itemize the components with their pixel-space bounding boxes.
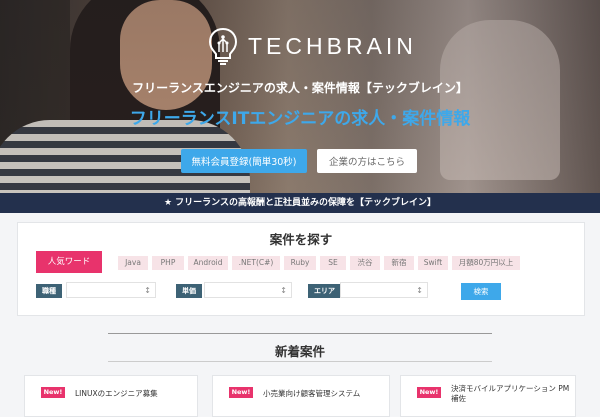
new-listings-title: 新着案件 [274,344,325,359]
free-register-button[interactable]: 無料会員登録(簡単30秒) [181,149,307,173]
keyword-tag[interactable]: SE [320,256,346,270]
search-panel: 案件を探す 人気ワード Java PHP Android .NET(C#) Ru… [17,222,585,316]
keyword-tag[interactable]: Swift [418,256,448,270]
new-badge: New! [417,387,441,398]
keyword-tag[interactable]: Ruby [284,256,316,270]
job-type-select[interactable]: ↕ [66,282,156,298]
listing-title[interactable]: LINUXのエンジニア募集 [75,388,158,399]
listing-card[interactable]: New! LINUXのエンジニア募集 [24,375,198,417]
logo-text: TECHBRAIN [248,32,417,59]
listing-card[interactable]: New! 決済モバイルアプリケーション PM補佐 [400,375,576,417]
listing-card[interactable]: New! 小売業向け顧客管理システム [212,375,390,417]
section-divider-bottom [108,361,492,362]
company-link-button[interactable]: 企業の方はこちら [317,149,417,173]
price-label: 単価 [176,284,202,298]
section-divider-top [108,333,492,334]
listing-title[interactable]: 決済モバイルアプリケーション PM補佐 [451,384,571,404]
site-logo[interactable]: TECHBRAIN [208,27,417,65]
keyword-tag[interactable]: PHP [152,256,184,270]
area-select[interactable]: ↕ [340,282,428,298]
job-type-label: 職種 [36,284,62,298]
popular-keywords-label: 人気ワード [36,251,102,273]
area-label: エリア [308,284,341,298]
search-button[interactable]: 検索 [461,283,501,300]
promo-banner: ★ フリーランスの高報酬と正社員並みの保障を【テックブレイン】 [0,193,600,213]
keyword-tag[interactable]: 新宿 [384,256,414,270]
keyword-tag[interactable]: Android [188,256,228,270]
keyword-tag[interactable]: 月額80万円以上 [452,256,520,270]
keyword-tag[interactable]: .NET(C#) [232,256,280,270]
search-panel-title: 案件を探す [269,232,333,247]
new-badge: New! [229,387,253,398]
price-select[interactable]: ↕ [204,282,292,298]
new-badge: New! [41,387,65,398]
keyword-tag[interactable]: 渋谷 [350,256,380,270]
lightbulb-icon [208,27,238,65]
keyword-tag[interactable]: Java [118,256,148,270]
hero-tagline: フリーランスエンジニアの求人・案件情報【テックブレイン】 [132,81,468,95]
hero-section: TECHBRAIN フリーランスエンジニアの求人・案件情報【テックブレイン】 フ… [0,0,600,193]
listing-title[interactable]: 小売業向け顧客管理システム [263,388,360,399]
hero-headline: フリーランスITエンジニアの求人・案件情報 [129,109,471,129]
